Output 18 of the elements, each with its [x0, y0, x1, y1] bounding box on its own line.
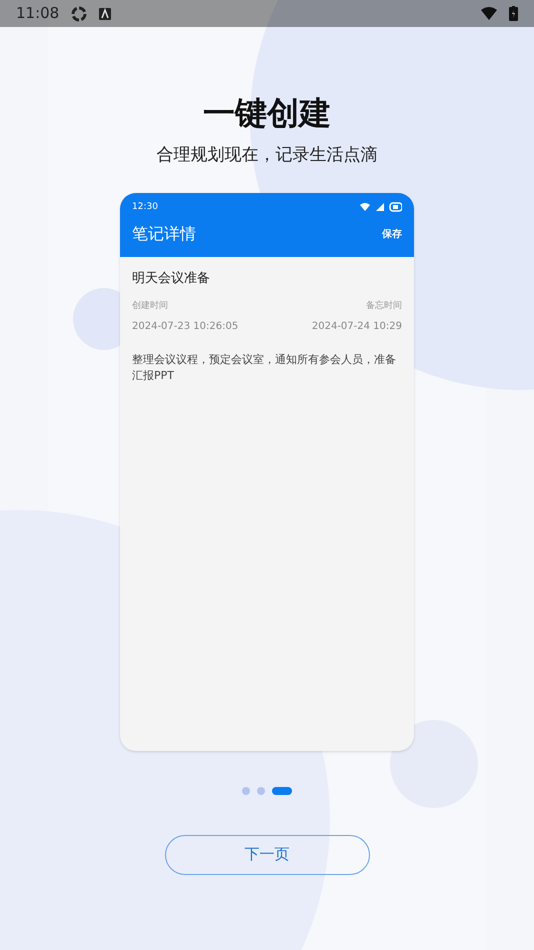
field-label: 备忘时间 — [366, 300, 402, 313]
preview-title: 笔记详情 — [132, 223, 196, 245]
battery-icon — [509, 6, 518, 21]
status-icons — [360, 202, 402, 212]
field-value: 2024-07-23 10:26:05 — [132, 320, 238, 334]
save-button[interactable]: 保存 — [382, 226, 402, 242]
preview-time: 12:30 — [132, 200, 158, 214]
field-label: 创建时间 — [132, 300, 168, 313]
note-body: 整理会议议程，预定会议室，通知所有参会人员，准备汇报PPT — [132, 352, 397, 384]
note-title: 明天会议准备 — [132, 270, 211, 288]
status-time: 11:08 — [16, 3, 60, 24]
wifi-icon — [481, 7, 497, 20]
sync-icon — [71, 6, 88, 22]
keyboard-icon — [99, 8, 112, 20]
field-value: 2024-07-24 10:29 — [312, 320, 402, 334]
next-page-button[interactable]: 下一页 — [164, 834, 370, 874]
page-title: 一键创建 — [203, 93, 331, 134]
page-subtitle: 合理规划现在，记录生活点滴 — [156, 144, 378, 167]
